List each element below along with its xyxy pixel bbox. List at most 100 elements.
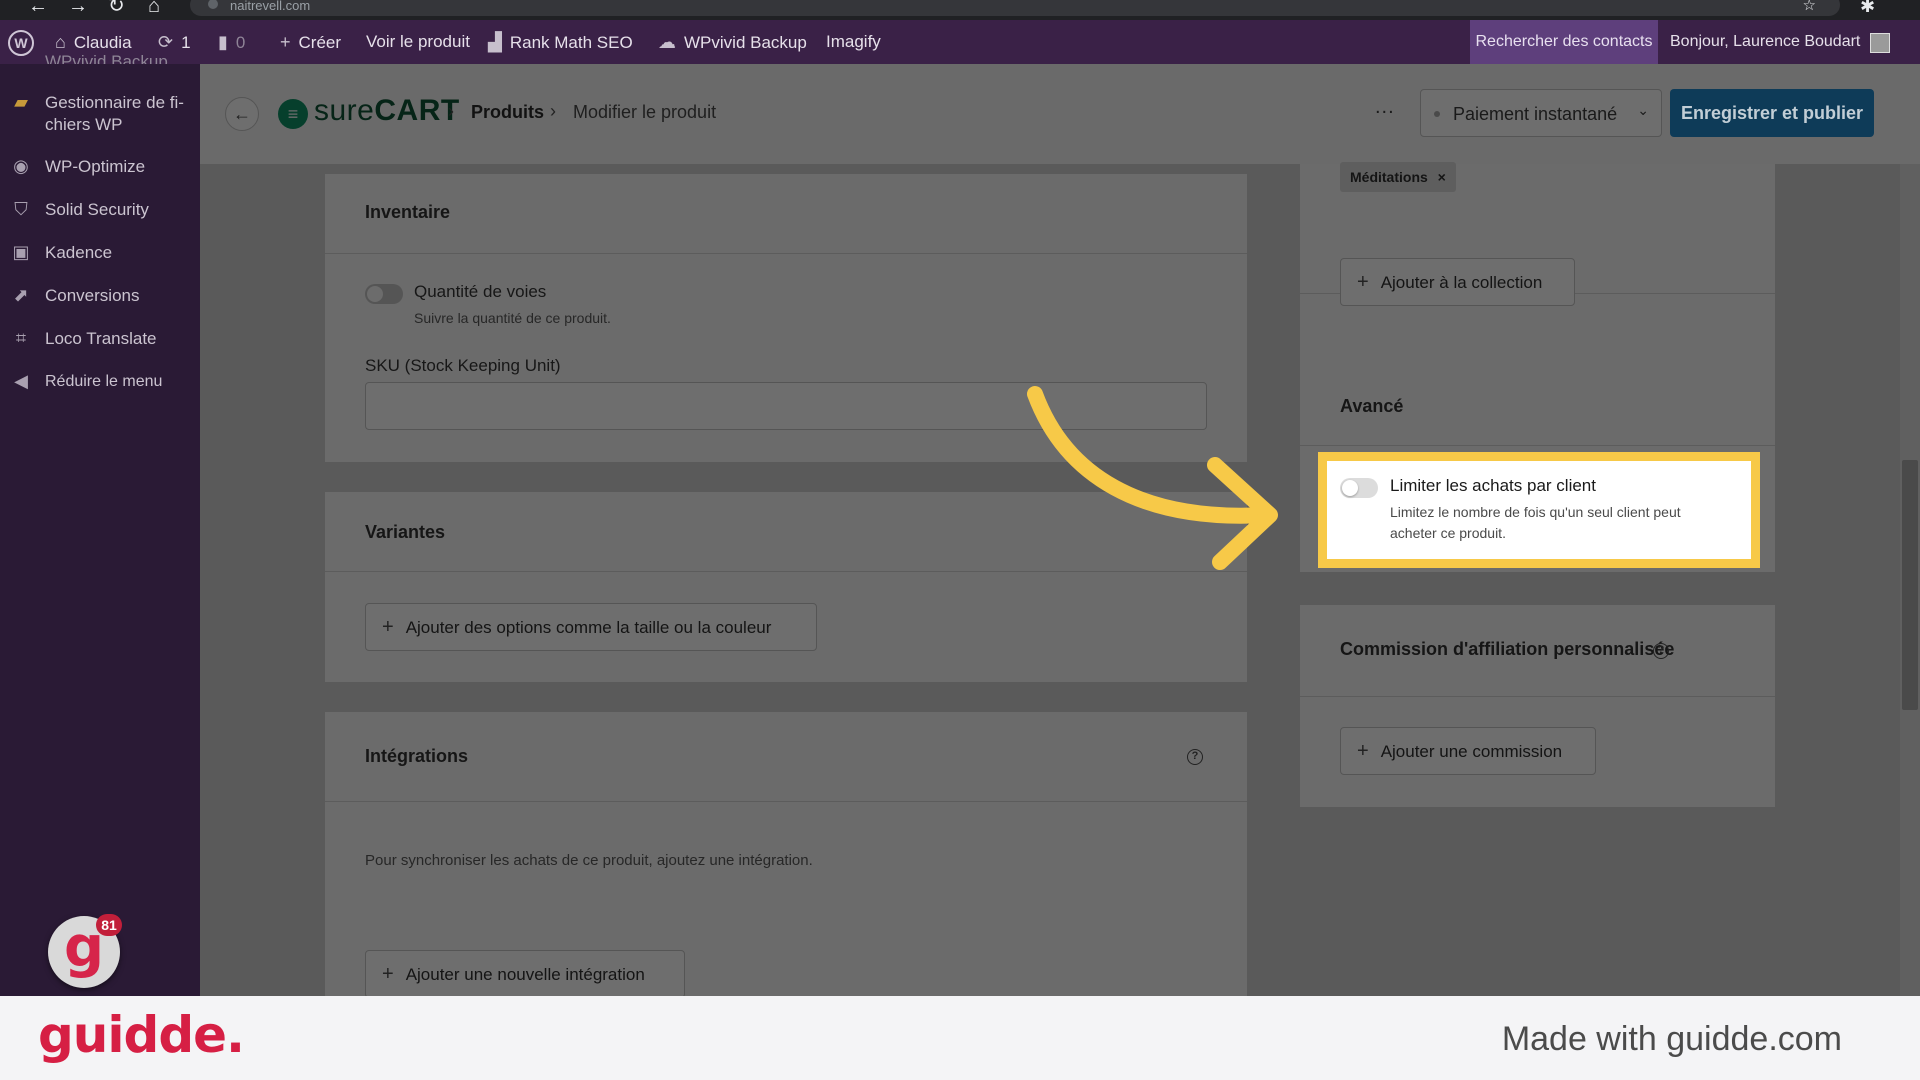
add-variant-options-button[interactable]: + Ajouter des options comme la taille ou … <box>365 603 817 651</box>
adminbar-wpvivid[interactable]: ☁ WPvivid Backup <box>658 20 807 64</box>
variants-title: Variantes <box>365 522 446 542</box>
kadence-icon: ▣ <box>12 242 30 262</box>
affiliation-card-header: Commission d'affiliation personnalisée ? <box>1300 605 1775 697</box>
plus-icon: + <box>280 32 291 52</box>
back-arrow-icon[interactable]: ← <box>225 97 259 131</box>
extensions-puzzle-icon[interactable]: ✱ <box>1860 0 1875 17</box>
wp-admin-bar: W ⌂ Claudia ⟳ 1 ▮ 0 + Créer Voir le produit … <box>0 20 1920 64</box>
advanced-title: Avancé <box>1340 396 1404 416</box>
adminbar-view-product-label: Voir le produit <box>366 32 470 51</box>
optimize-icon: ◉ <box>13 156 29 176</box>
guidde-notification-badge: 81 <box>96 914 122 936</box>
sidebar-item-label: Gestionnaire de fi- <box>45 93 184 112</box>
adminbar-site-name: Claudia <box>73 33 132 52</box>
guidde-logo: guidde. <box>38 1006 245 1064</box>
breadcrumb-products[interactable]: Produits <box>471 102 544 123</box>
page-scrollbar-thumb[interactable] <box>1902 460 1918 710</box>
add-to-collection-button[interactable]: + Ajouter à la collection <box>1340 258 1575 306</box>
made-with-text: Made with guidde.com <box>1501 1020 1842 1058</box>
sidebar-item-label: chiers WP <box>45 115 123 134</box>
surecart-logo: sureCART <box>314 94 460 128</box>
close-icon[interactable]: × <box>1438 169 1446 185</box>
surecart-header: ← ≡ sureCART › Produits › Modifier le pr… <box>200 64 1920 164</box>
adminbar-rank-math[interactable]: ▟ Rank Math SEO <box>488 20 633 64</box>
user-avatar[interactable] <box>1870 33 1890 53</box>
add-integration-label: Ajouter une nouvelle intégration <box>405 965 645 984</box>
adminbar-rank-math-label: Rank Math SEO <box>509 33 633 52</box>
plus-icon: + <box>382 963 394 985</box>
add-variant-options-label: Ajouter des options comme la taille ou l… <box>405 618 772 637</box>
chevron-right-icon: › <box>550 101 556 121</box>
integrations-card-header: Intégrations ? <box>325 712 1247 802</box>
adminbar-user-greeting[interactable]: Bonjour, Laurence Boudart <box>1670 20 1860 64</box>
track-quantity-description: Suivre la quantité de ce produit. <box>414 310 611 326</box>
sidebar-collapse-menu[interactable]: ◀ Réduire le menu <box>0 371 200 395</box>
adminbar-search-contacts[interactable]: Rechercher des contacts <box>1470 20 1658 64</box>
breadcrumb-edit-product: Modifier le produit <box>573 102 717 122</box>
browser-home-icon[interactable]: ⌂ <box>148 0 160 16</box>
collapse-arrow-icon: ◀ <box>14 371 28 391</box>
sidebar-item-label: Kadence <box>45 243 113 262</box>
folder-icon: ▰ <box>14 92 28 112</box>
adminbar-view-product[interactable]: Voir le produit <box>366 20 470 64</box>
integrations-card: Intégrations ? Pour synchroniser les ach… <box>325 712 1247 996</box>
adminbar-imagify[interactable]: Imagify <box>826 20 881 64</box>
surecart-logo-bold: CART <box>374 94 460 127</box>
collection-tag: Méditations × <box>1340 162 1456 192</box>
sidebar-item-conversions[interactable]: ⬈ Conversions <box>0 285 200 309</box>
track-quantity-toggle[interactable] <box>365 284 403 304</box>
browser-back-icon[interactable]: ← <box>28 0 48 16</box>
surecart-logo-icon: ≡ <box>278 99 308 129</box>
save-and-publish-button[interactable]: Enregistrer et publier <box>1670 89 1874 137</box>
help-circle-icon[interactable]: ? <box>1653 643 1669 659</box>
cloud-icon: ☁ <box>658 32 676 52</box>
track-quantity-label: Quantité de voies <box>414 282 547 301</box>
sidebar-item-file-manager[interactable]: ▰ Gestionnaire de fi- chiers WP <box>0 92 200 138</box>
more-options-button[interactable]: ... <box>1375 96 1395 119</box>
browser-toolbar: ← → ↻ ⌂ naitrevell.com ☆ ✱ <box>0 0 1920 20</box>
chevron-down-icon: ⌄ <box>1637 102 1649 118</box>
wordpress-logo-icon[interactable]: W <box>8 30 34 56</box>
sidebar-item-label: Loco Translate <box>45 329 157 348</box>
add-integration-button[interactable]: + Ajouter une nouvelle intégration <box>365 950 685 996</box>
adminbar-create-label: Créer <box>298 33 342 52</box>
limit-purchases-toggle[interactable] <box>1340 478 1378 498</box>
inventory-card-header: Inventaire <box>325 174 1247 254</box>
sidebar-item-loco-translate[interactable]: ⌗ Loco Translate <box>0 328 200 352</box>
add-commission-button[interactable]: + Ajouter une commission <box>1340 727 1596 775</box>
chevron-right-icon: › <box>448 101 454 121</box>
address-bar-url: naitrevell.com <box>230 0 311 13</box>
sidebar-item-kadence[interactable]: ▣ Kadence <box>0 242 200 266</box>
adminbar-comments-count: 0 <box>235 33 246 52</box>
sidebar-item-label: Réduire le menu <box>45 373 163 390</box>
affiliation-title: Commission d'affiliation personnalisée <box>1340 639 1675 659</box>
sidebar-item-wp-optimize[interactable]: ◉ WP-Optimize <box>0 156 200 180</box>
add-to-collection-label: Ajouter à la collection <box>1380 273 1543 292</box>
limit-purchases-highlight: Limiter les achats par client Limitez le… <box>1318 452 1760 568</box>
sidebar-item-label: WPvivid Backup <box>45 52 168 64</box>
adminbar-create[interactable]: + Créer <box>280 20 341 64</box>
adminbar-comments[interactable]: ▮ 0 <box>218 20 245 64</box>
help-circle-icon[interactable]: ? <box>1187 749 1203 765</box>
address-bar[interactable]: naitrevell.com ☆ <box>190 0 1840 16</box>
browser-forward-icon[interactable]: → <box>68 0 88 16</box>
rank-math-icon: ▟ <box>488 32 502 52</box>
collection-tag-label: Méditations <box>1350 169 1428 185</box>
status-dot-icon <box>1434 111 1440 117</box>
affiliation-card: Commission d'affiliation personnalisée ?… <box>1300 605 1775 807</box>
surecart-logo-light: sure <box>314 94 375 127</box>
shield-icon: ⛉ <box>14 199 28 219</box>
adminbar-imagify-label: Imagify <box>826 32 881 51</box>
browser-reload-icon[interactable]: ↻ <box>108 0 125 16</box>
bookmark-star-icon[interactable]: ☆ <box>1803 0 1816 14</box>
integrations-empty-text: Pour synchroniser les achats de ce produ… <box>365 852 813 869</box>
conversions-icon: ⬈ <box>13 285 29 305</box>
adminbar-updates-count: 1 <box>181 33 191 52</box>
limit-purchases-description: Limitez le nombre de fois qu'un seul cli… <box>1390 504 1681 541</box>
plus-icon: + <box>1357 271 1369 293</box>
sidebar-item-solid-security[interactable]: ⛉ Solid Security <box>0 199 200 223</box>
payment-type-select[interactable]: Paiement instantané ⌄ <box>1420 89 1662 137</box>
admin-sidebar: WPvivid Backup ▰ Gestionnaire de fi- chi… <box>0 52 200 996</box>
integrations-title: Intégrations <box>365 746 469 766</box>
inventory-title: Inventaire <box>365 202 451 222</box>
